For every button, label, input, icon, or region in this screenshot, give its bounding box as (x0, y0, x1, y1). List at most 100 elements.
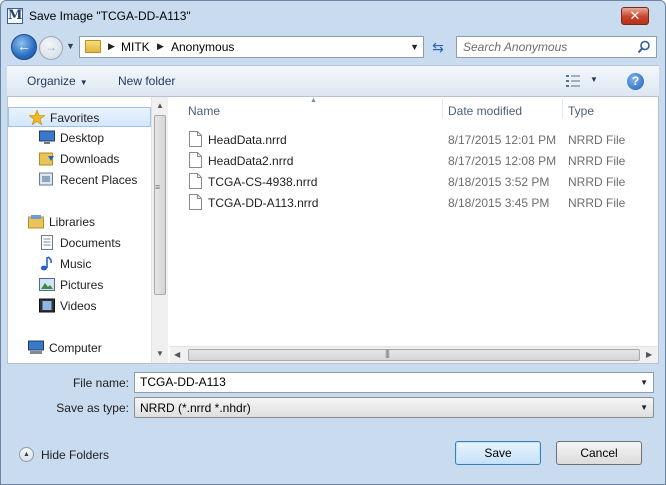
sidebar-item-label: Videos (60, 299, 97, 313)
close-button[interactable]: ✕ (621, 7, 649, 25)
chevron-down-icon: ▼ (79, 78, 88, 87)
browser-area: Favorites Desktop Downloads Recent Place… (7, 96, 659, 364)
hide-folders-label[interactable]: Hide Folders (41, 448, 109, 462)
file-list-horizontal-scrollbar[interactable]: ◀ ||| ▶ (170, 346, 658, 363)
scroll-right-icon[interactable]: ▶ (646, 350, 652, 359)
organize-menu[interactable]: Organize ▼ (27, 74, 88, 88)
sidebar-item-downloads[interactable]: Downloads (8, 149, 151, 169)
file-type: NRRD File (568, 133, 626, 147)
new-folder-button[interactable]: New folder (118, 74, 175, 88)
downloads-icon (39, 152, 54, 166)
table-row[interactable]: TCGA-CS-4938.nrrd 8/18/2015 3:52 PM NRRD… (170, 171, 658, 192)
search-input[interactable] (463, 40, 633, 54)
recent-locations-dropdown[interactable]: ▼ (66, 41, 75, 51)
column-header-type[interactable]: Type (562, 97, 652, 121)
file-name-label: File name: (72, 376, 129, 390)
sidebar-item-computer[interactable]: Computer (8, 338, 151, 358)
sidebar-item-favorites[interactable]: Favorites (8, 107, 151, 127)
file-type: NRRD File (568, 196, 626, 210)
recent-places-icon (39, 172, 53, 186)
scrollbar-thumb[interactable]: ||| (188, 348, 640, 361)
title-bar: M Save Image "TCGA-DD-A113" ✕ (1, 1, 665, 31)
sidebar-item-libraries[interactable]: Libraries (8, 212, 151, 232)
file-name: HeadData2.nrrd (208, 154, 294, 168)
sidebar-item-music[interactable]: Music (8, 254, 151, 274)
pictures-icon (39, 278, 55, 291)
navigation-pane-scrollbar[interactable]: ▲ ≡ ▼ (151, 97, 168, 363)
chevron-down-icon[interactable]: ▼ (640, 378, 648, 387)
sidebar-item-label: Libraries (49, 215, 96, 229)
forward-button[interactable]: → (39, 36, 63, 60)
file-type: NRRD File (568, 175, 626, 189)
file-type: NRRD File (568, 154, 626, 168)
file-date: 8/18/2015 3:45 PM (448, 196, 550, 210)
file-date: 8/17/2015 12:08 PM (448, 154, 557, 168)
save-as-type-value: NRRD (*.nrrd *.nhdr) (140, 401, 251, 415)
music-icon (40, 256, 52, 271)
documents-icon (41, 235, 53, 250)
scroll-left-icon[interactable]: ◀ (174, 350, 180, 359)
back-button[interactable]: ← (11, 34, 37, 60)
sidebar-item-label: Recent Places (60, 173, 138, 187)
file-icon (189, 131, 202, 147)
scroll-down-icon[interactable]: ▼ (156, 349, 164, 358)
window-title: Save Image "TCGA-DD-A113" (29, 9, 191, 23)
sidebar-item-label: Documents (60, 236, 121, 250)
file-icon (189, 152, 202, 168)
refresh-button[interactable]: ⇆ (428, 37, 448, 57)
sidebar-item-label: Music (60, 257, 92, 271)
folder-icon (85, 40, 101, 53)
sidebar-item-desktop[interactable]: Desktop (8, 128, 151, 148)
table-row[interactable]: HeadData.nrrd 8/17/2015 12:01 PM NRRD Fi… (170, 129, 658, 150)
address-bar[interactable]: ▶ MITK ▶ Anonymous ▼ (79, 36, 424, 58)
grip-icon: ||| (385, 348, 390, 358)
scroll-up-icon[interactable]: ▲ (156, 101, 164, 110)
sidebar-item-pictures[interactable]: Pictures (8, 275, 151, 295)
save-button[interactable]: Save (455, 441, 541, 465)
breadcrumb-separator-icon[interactable]: ▶ (157, 41, 164, 52)
file-icon (189, 194, 202, 210)
grip-icon: ≡ (155, 182, 161, 192)
scrollbar-thumb[interactable] (154, 115, 166, 295)
table-row[interactable]: TCGA-DD-A113.nrrd 8/18/2015 3:45 PM NRRD… (170, 192, 658, 213)
column-header-name[interactable]: Name (182, 97, 442, 121)
file-date: 8/17/2015 12:01 PM (448, 133, 557, 147)
column-header-date-modified[interactable]: Date modified (442, 97, 562, 121)
sidebar-item-label: Pictures (60, 278, 104, 292)
star-icon (29, 110, 45, 125)
command-bar: Organize ▼ New folder ▼ ? (7, 65, 659, 96)
save-image-dialog: M Save Image "TCGA-DD-A113" ✕ ← → ▼ ▶ MI… (0, 0, 666, 485)
file-date: 8/18/2015 3:52 PM (448, 175, 550, 189)
file-name: TCGA-CS-4938.nrrd (208, 175, 318, 189)
chevron-down-icon[interactable]: ▼ (640, 403, 648, 412)
change-view-icon[interactable] (566, 75, 580, 87)
help-icon[interactable]: ? (627, 73, 644, 90)
search-box[interactable] (456, 36, 657, 58)
file-icon (189, 173, 202, 189)
chevron-down-icon[interactable]: ▼ (590, 75, 598, 84)
file-name-input[interactable] (140, 375, 630, 389)
file-name-combobox[interactable]: ▼ (134, 372, 654, 393)
sidebar-item-documents[interactable]: Documents (8, 233, 151, 253)
sidebar-item-recent-places[interactable]: Recent Places (8, 170, 151, 190)
libraries-icon (28, 215, 44, 229)
table-row[interactable]: HeadData2.nrrd 8/17/2015 12:08 PM NRRD F… (170, 150, 658, 171)
chevron-up-icon[interactable]: ▲ (19, 447, 34, 462)
desktop-icon (39, 130, 55, 144)
save-as-type-select[interactable]: NRRD (*.nrrd *.nhdr) ▼ (134, 397, 654, 418)
file-list: ▲ Name Date modified Type HeadData.nrrd … (170, 97, 658, 363)
breadcrumb-mitk[interactable]: MITK (121, 40, 150, 54)
sidebar-item-label: Desktop (60, 131, 105, 145)
search-icon[interactable] (637, 40, 651, 54)
file-name: HeadData.nrrd (208, 133, 287, 147)
sidebar-item-label: Downloads (60, 152, 120, 166)
breadcrumb-separator-icon[interactable]: ▶ (108, 41, 115, 52)
sidebar-item-label: Favorites (50, 111, 100, 125)
breadcrumb-anonymous[interactable]: Anonymous (171, 40, 234, 54)
sidebar-item-videos[interactable]: Videos (8, 296, 151, 316)
cancel-button[interactable]: Cancel (556, 441, 642, 465)
videos-icon (39, 298, 55, 313)
chevron-down-icon[interactable]: ▼ (410, 42, 419, 52)
mitk-app-icon: M (7, 8, 23, 24)
organize-label: Organize (27, 74, 76, 88)
